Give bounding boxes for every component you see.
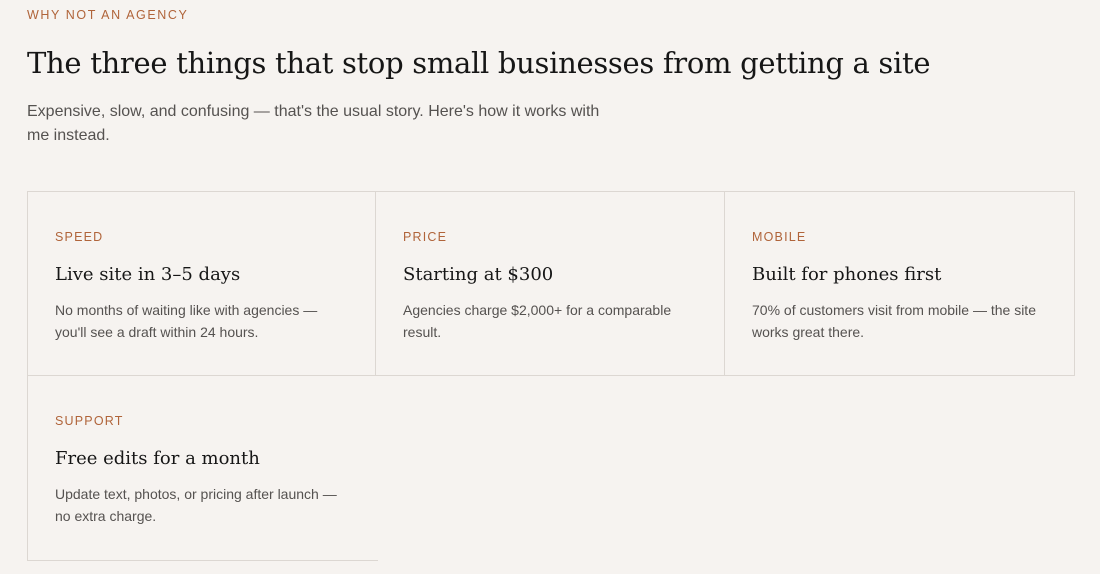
benefit-card-support: SUPPORT Free edits for a month Update te… bbox=[27, 376, 378, 561]
section-eyebrow: WHY NOT AN AGENCY bbox=[27, 8, 189, 22]
card-label: SUPPORT bbox=[55, 414, 124, 428]
benefit-card-speed: SPEED Live site in 3–5 days No months of… bbox=[27, 191, 376, 376]
section-headline: The three things that stop small busines… bbox=[27, 46, 931, 80]
card-title: Starting at $300 bbox=[403, 264, 554, 285]
section-subhead: Expensive, slow, and confusing — that's … bbox=[27, 103, 600, 144]
benefit-card-price: PRICE Starting at $300 Agencies charge $… bbox=[376, 191, 725, 376]
card-description: Agencies charge $2,000+ for a comparable… bbox=[403, 302, 672, 340]
card-title: Built for phones first bbox=[752, 264, 942, 285]
benefits-grid: SPEED Live site in 3–5 days No months of… bbox=[27, 191, 1075, 561]
card-label: SPEED bbox=[55, 230, 104, 244]
benefit-card-mobile: MOBILE Built for phones first 70% of cus… bbox=[725, 191, 1075, 376]
card-description: Update text, photos, or pricing after la… bbox=[55, 486, 337, 524]
card-title: Live site in 3–5 days bbox=[55, 264, 241, 285]
card-description: 70% of customers visit from mobile — the… bbox=[752, 302, 1036, 340]
card-label: MOBILE bbox=[752, 230, 807, 244]
card-title: Free edits for a month bbox=[55, 448, 260, 469]
card-label: PRICE bbox=[403, 230, 448, 244]
card-description: No months of waiting like with agencies … bbox=[55, 302, 318, 340]
